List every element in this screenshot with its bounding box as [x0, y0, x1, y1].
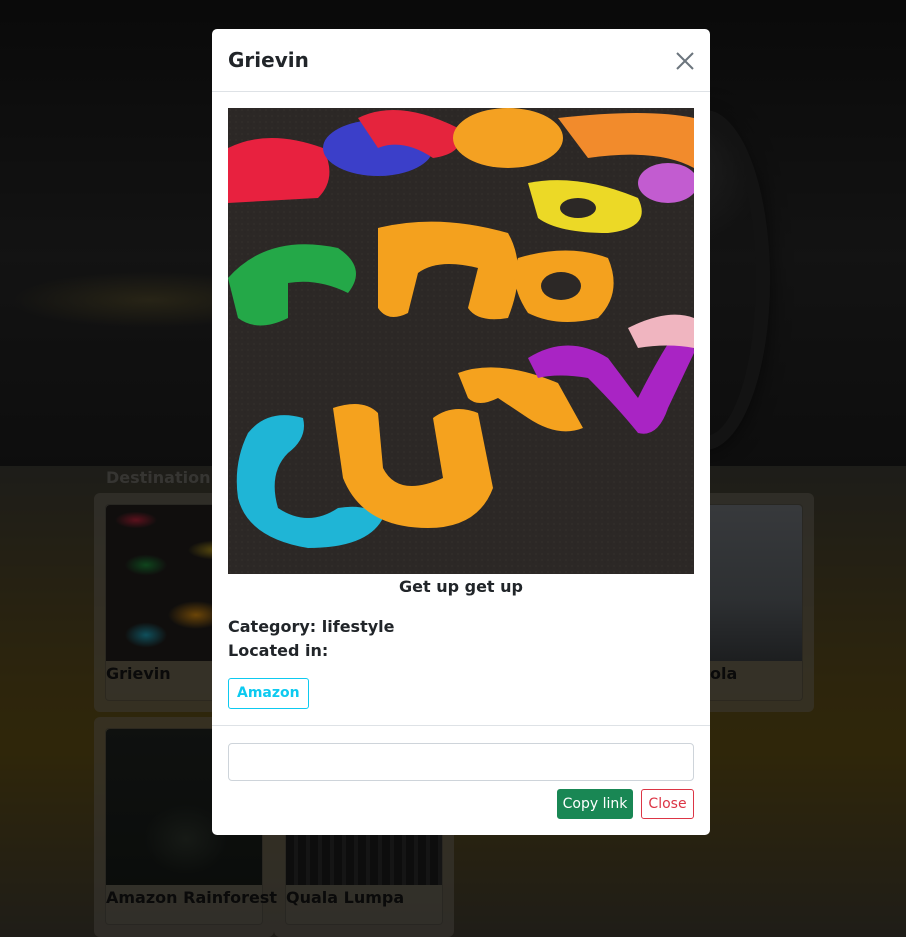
modal-header: Grievin	[212, 29, 710, 92]
modal-footer: Copy link Close	[212, 725, 710, 835]
location-label: Located in:	[228, 641, 329, 660]
modal-image	[228, 108, 694, 574]
category-label: Category: lifestyle	[228, 617, 395, 636]
copy-link-button[interactable]: Copy link	[557, 789, 633, 819]
close-button[interactable]: Close	[641, 789, 694, 819]
share-link-input[interactable]	[228, 743, 694, 781]
close-icon[interactable]	[674, 50, 696, 72]
image-caption: Get up get up	[399, 577, 523, 596]
location-tag-button[interactable]: Amazon	[228, 678, 309, 709]
image-modal: Grievin Get up get up Category: lifestyl…	[212, 29, 710, 835]
modal-title: Grievin	[228, 48, 309, 72]
